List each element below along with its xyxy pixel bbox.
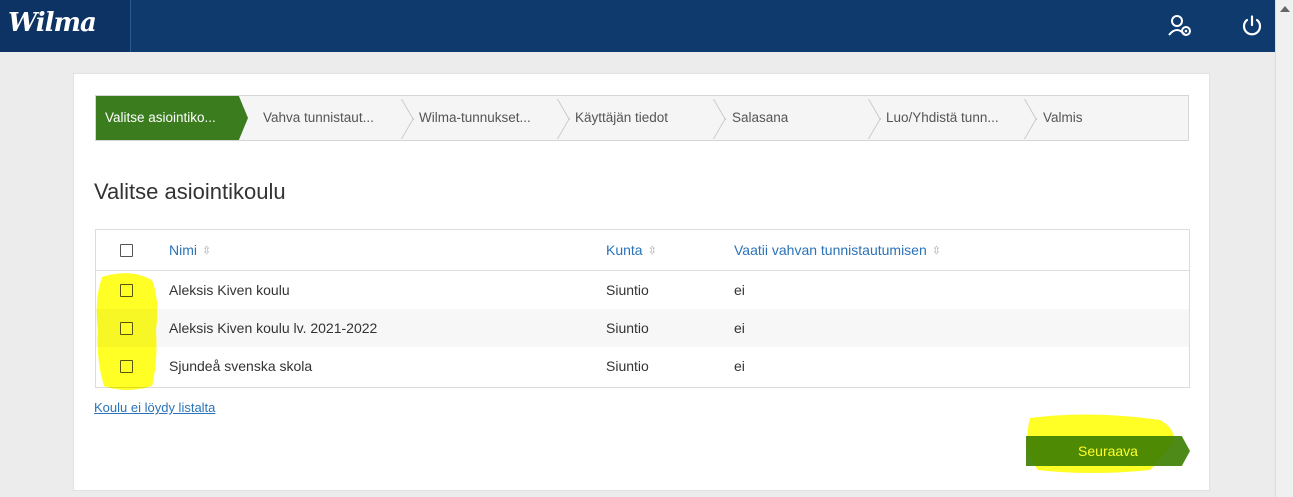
school-name: Aleksis Kiven koulu xyxy=(169,282,290,298)
school-table: Nimi ⇳ Kunta ⇳ Vaatii vahvan tunnistautumi… xyxy=(95,229,1190,388)
table-row[interactable]: Sjundeå svenska skola Siuntio ei xyxy=(96,347,1189,385)
row-checkbox[interactable] xyxy=(120,321,133,335)
power-icon[interactable] xyxy=(1228,0,1276,52)
step-separator xyxy=(1024,99,1025,137)
school-kunta: Siuntio xyxy=(606,358,649,374)
wizard-step-wilma-credentials[interactable]: Wilma-tunnukset... xyxy=(419,96,531,140)
school-not-found-link[interactable]: Koulu ei löydy listalta xyxy=(94,400,215,415)
table-row[interactable]: Aleksis Kiven koulu lv. 2021-2022 Siunti… xyxy=(96,309,1189,347)
next-button[interactable]: Seuraava xyxy=(1026,436,1190,466)
table-row[interactable]: Aleksis Kiven koulu Siuntio ei xyxy=(96,271,1189,309)
step-separator xyxy=(401,99,402,137)
scrollbar[interactable] xyxy=(1275,0,1293,497)
school-name: Aleksis Kiven koulu lv. 2021-2022 xyxy=(169,320,378,336)
column-header-name[interactable]: Nimi ⇳ xyxy=(169,230,211,270)
school-name: Sjundeå svenska skola xyxy=(169,358,313,374)
wizard-step-done[interactable]: Valmis xyxy=(1043,96,1083,140)
logo[interactable]: Wilma xyxy=(0,0,131,52)
wizard-step-user-info[interactable]: Käyttäjän tiedot xyxy=(575,96,668,140)
wizard-step-strong-auth[interactable]: Vahva tunnistaut... xyxy=(263,96,374,140)
user-settings-icon[interactable] xyxy=(1156,0,1204,52)
school-strong-auth: ei xyxy=(734,320,745,336)
wizard-step-password[interactable]: Salasana xyxy=(732,96,788,140)
top-bar: Wilma xyxy=(0,0,1275,52)
school-strong-auth: ei xyxy=(734,282,745,298)
sort-icon: ⇳ xyxy=(647,244,657,257)
select-all-checkbox[interactable] xyxy=(120,243,133,257)
select-all-cell[interactable] xyxy=(120,230,133,270)
wizard-step-select-school[interactable]: Valitse asiointiko... xyxy=(96,96,248,140)
scroll-up-icon[interactable] xyxy=(1280,6,1290,12)
row-checkbox[interactable] xyxy=(120,359,133,373)
main-panel: Valitse asiointiko... Vahva tunnistaut..… xyxy=(73,73,1210,491)
sort-icon: ⇳ xyxy=(202,244,212,257)
step-separator xyxy=(557,99,558,137)
sort-icon: ⇳ xyxy=(931,244,941,257)
row-checkbox[interactable] xyxy=(120,283,133,297)
school-strong-auth: ei xyxy=(734,358,745,374)
wizard-steps: Valitse asiointiko... Vahva tunnistaut..… xyxy=(95,95,1189,141)
row-checkbox-cell[interactable] xyxy=(120,271,133,309)
step-separator xyxy=(713,99,714,137)
row-checkbox-cell[interactable] xyxy=(120,347,133,385)
table-header: Nimi ⇳ Kunta ⇳ Vaatii vahvan tunnistautumi… xyxy=(96,230,1189,271)
school-kunta: Siuntio xyxy=(606,282,649,298)
column-header-strong-auth[interactable]: Vaatii vahvan tunnistautumisen ⇳ xyxy=(734,230,941,270)
school-kunta: Siuntio xyxy=(606,320,649,336)
page-title: Valitse asiointikoulu xyxy=(94,179,286,204)
wizard-step-create-link[interactable]: Luo/Yhdistä tunn... xyxy=(886,96,999,140)
step-separator xyxy=(868,99,869,137)
logo-text: Wilma xyxy=(8,8,97,38)
row-checkbox-cell[interactable] xyxy=(120,309,133,347)
column-header-kunta[interactable]: Kunta ⇳ xyxy=(606,230,657,270)
